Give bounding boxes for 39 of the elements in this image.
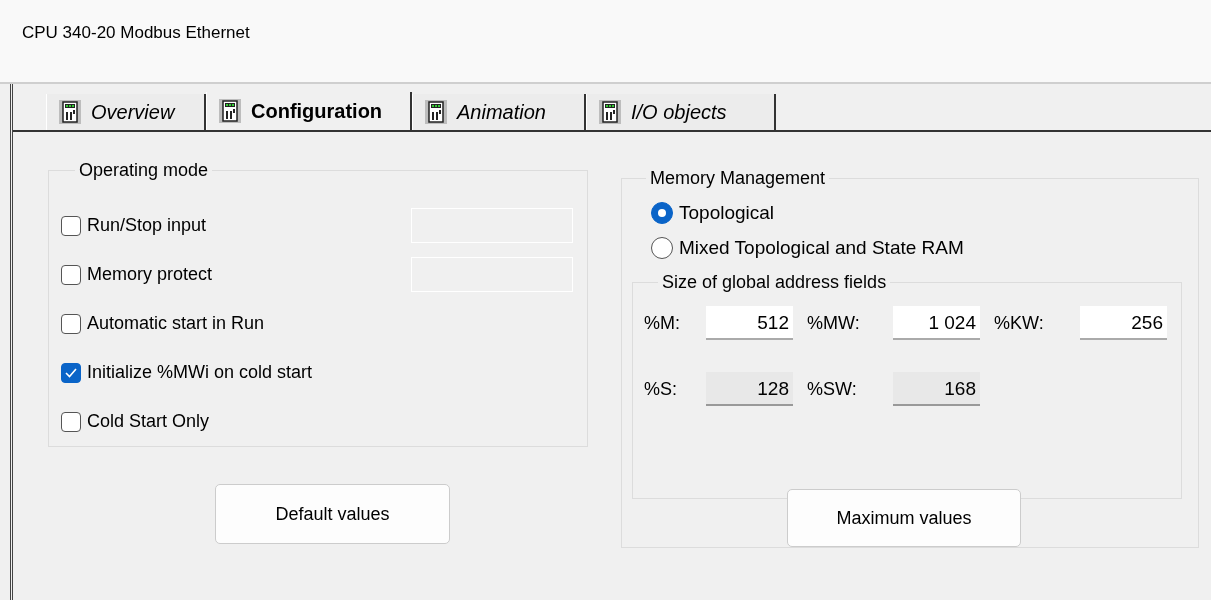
field-label: %S: xyxy=(644,378,678,400)
checkbox-label: Memory protect xyxy=(87,264,214,285)
checkbox[interactable] xyxy=(61,362,81,383)
device-icon xyxy=(599,100,621,124)
number-field[interactable]: 512 xyxy=(706,306,793,341)
checkbox-label: Cold Start Only xyxy=(87,411,211,432)
tab[interactable]: Animation xyxy=(412,94,586,130)
device-icon xyxy=(59,100,81,124)
number-field[interactable]: 1 024 xyxy=(893,306,980,341)
tab[interactable]: Configuration xyxy=(206,92,412,130)
window-title: CPU 340-20 Modbus Ethernet xyxy=(22,23,250,42)
group-title: Size of global address fields xyxy=(661,272,888,294)
radio-label: Topological xyxy=(679,201,775,224)
radio-button[interactable] xyxy=(651,237,673,260)
checkbox[interactable] xyxy=(61,215,81,236)
tab[interactable]: Overview xyxy=(46,94,206,130)
checkbox-label: Initialize %MWi on cold start xyxy=(87,362,314,383)
device-icon xyxy=(219,99,241,123)
checkbox[interactable] xyxy=(61,313,81,334)
group-title: Operating mode xyxy=(78,160,210,181)
group-title: Memory Management xyxy=(649,168,827,189)
default-values-button[interactable]: Default values xyxy=(215,484,450,544)
field-label: %SW: xyxy=(807,378,858,400)
checkbox[interactable] xyxy=(61,264,81,285)
radio-button[interactable] xyxy=(651,201,673,224)
field-label: %KW: xyxy=(994,312,1045,334)
field-label: %M: xyxy=(644,312,681,334)
number-field: 168 xyxy=(893,372,980,407)
number-field[interactable]: 256 xyxy=(1080,306,1167,341)
checkmark-icon xyxy=(65,367,77,378)
maximum-values-button[interactable]: Maximum values xyxy=(787,489,1021,547)
checkbox-label: Run/Stop input xyxy=(87,215,208,236)
tab[interactable]: I/O objects xyxy=(586,94,776,130)
device-icon xyxy=(425,100,447,124)
checkbox-label: Automatic start in Run xyxy=(87,313,266,334)
radio-label: Mixed Topological and State RAM xyxy=(679,237,964,260)
number-field: 128 xyxy=(706,372,793,407)
field-label: %MW: xyxy=(807,312,861,334)
checkbox[interactable] xyxy=(61,411,81,432)
